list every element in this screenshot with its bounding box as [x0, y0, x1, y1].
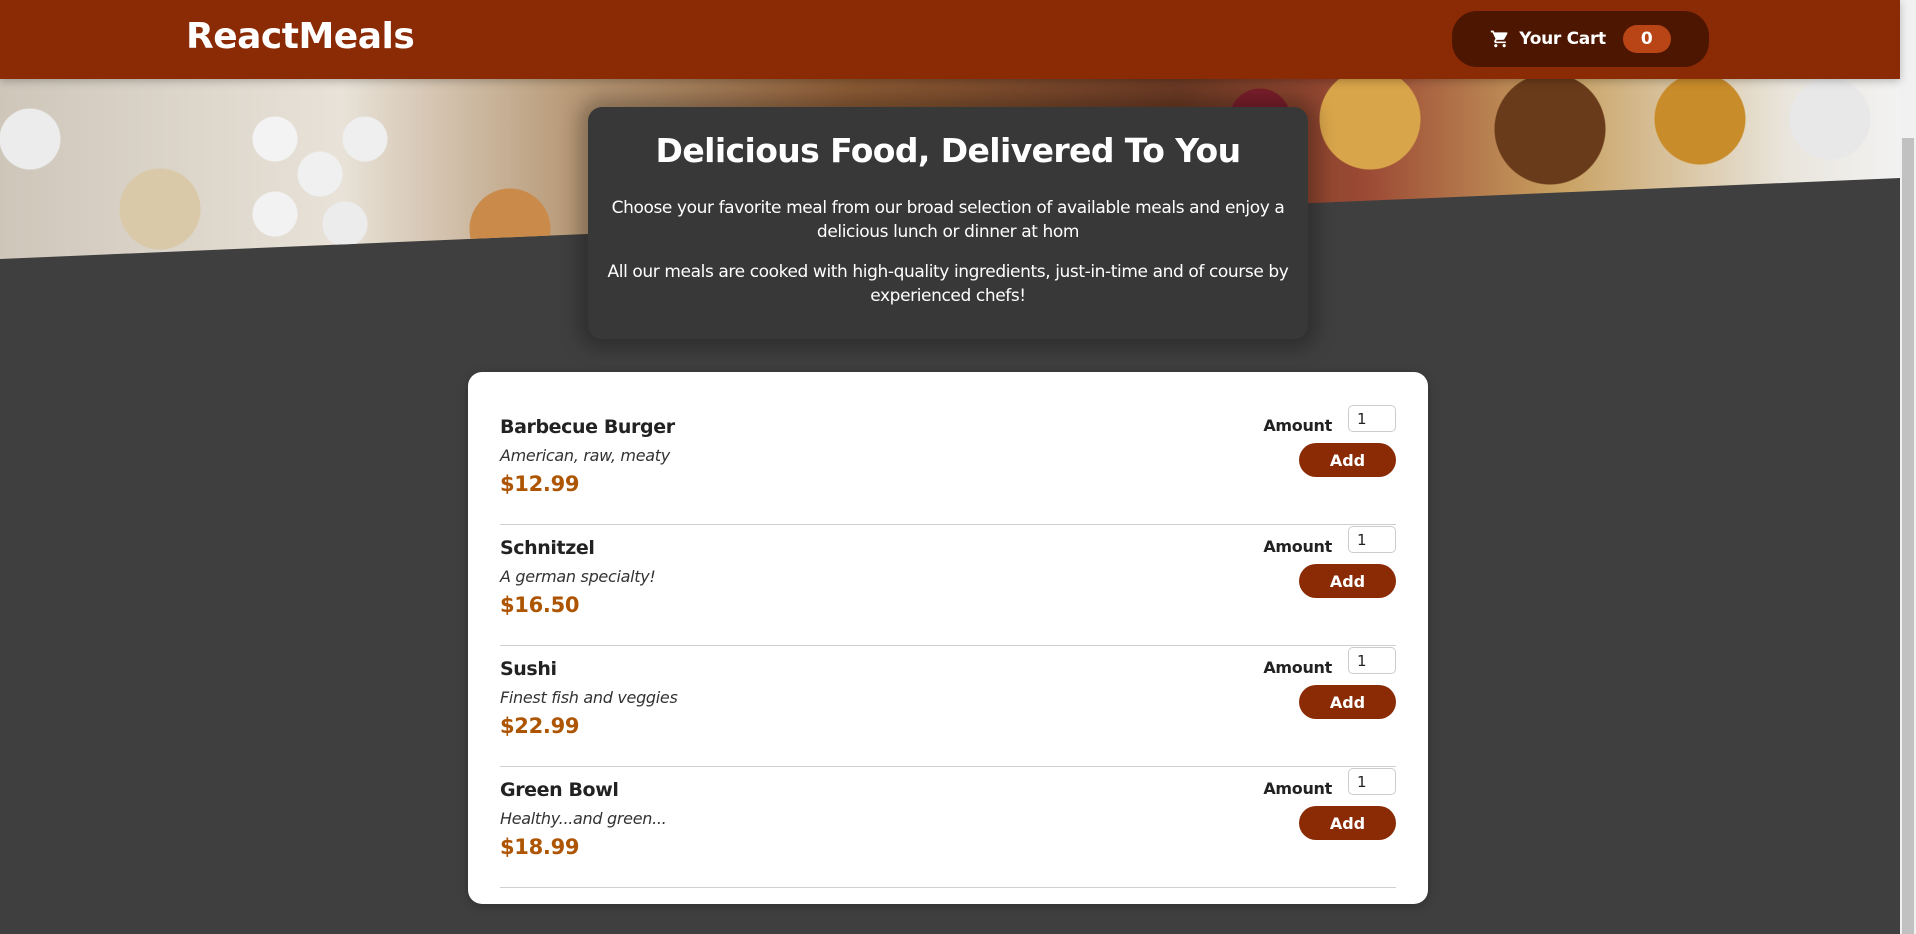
app-header: ReactMeals Your Cart 0	[0, 0, 1900, 79]
add-to-cart-button[interactable]: Add	[1299, 685, 1396, 719]
page-scrollbar[interactable]	[1900, 0, 1916, 934]
summary-paragraph-1: Choose your favorite meal from our broad…	[611, 198, 1285, 242]
meals-list: Barbecue Burger American, raw, meaty $12…	[468, 372, 1428, 904]
add-to-cart-button[interactable]: Add	[1299, 443, 1396, 477]
amount-label: Amount	[1263, 658, 1332, 677]
add-to-cart-button[interactable]: Add	[1299, 564, 1396, 598]
cart-count-badge: 0	[1622, 25, 1671, 53]
amount-label: Amount	[1263, 537, 1332, 556]
summary-paragraph-2: All our meals are cooked with high-quali…	[607, 262, 1289, 306]
meal-description: Healthy...and green...	[500, 809, 667, 828]
app-logo: ReactMeals	[186, 16, 415, 57]
meals-summary: Delicious Food, Delivered To You Choose …	[588, 107, 1308, 339]
cart-label: Your Cart	[1519, 29, 1606, 49]
amount-input[interactable]	[1348, 526, 1396, 553]
scrollbar-thumb[interactable]	[1902, 138, 1914, 934]
amount-input[interactable]	[1348, 768, 1396, 795]
meal-item: Schnitzel A german specialty! $16.50 Amo…	[500, 525, 1396, 646]
cart-icon	[1491, 30, 1508, 48]
meal-name: Green Bowl	[500, 779, 619, 801]
page: ReactMeals Your Cart 0 Delicious Food, D…	[0, 0, 1916, 934]
meal-description: American, raw, meaty	[500, 446, 670, 465]
meal-price: $16.50	[500, 593, 580, 617]
meal-item: Green Bowl Healthy...and green... $18.99…	[500, 767, 1396, 888]
meal-name: Sushi	[500, 658, 557, 680]
meal-name: Barbecue Burger	[500, 416, 675, 438]
cart-button[interactable]: Your Cart 0	[1452, 11, 1709, 67]
add-to-cart-button[interactable]: Add	[1299, 806, 1396, 840]
summary-title: Delicious Food, Delivered To You	[655, 131, 1242, 170]
amount-label: Amount	[1263, 416, 1332, 435]
meal-item: Barbecue Burger American, raw, meaty $12…	[500, 404, 1396, 525]
meal-price: $12.99	[500, 472, 580, 496]
meal-description: Finest fish and veggies	[500, 688, 678, 707]
meal-price: $22.99	[500, 714, 580, 738]
meal-description: A german specialty!	[500, 567, 656, 586]
meal-name: Schnitzel	[500, 537, 595, 559]
amount-input[interactable]	[1348, 405, 1396, 432]
amount-label: Amount	[1263, 779, 1332, 798]
meal-item: Sushi Finest fish and veggies $22.99 Amo…	[500, 646, 1396, 767]
amount-input[interactable]	[1348, 647, 1396, 674]
meal-price: $18.99	[500, 835, 580, 859]
